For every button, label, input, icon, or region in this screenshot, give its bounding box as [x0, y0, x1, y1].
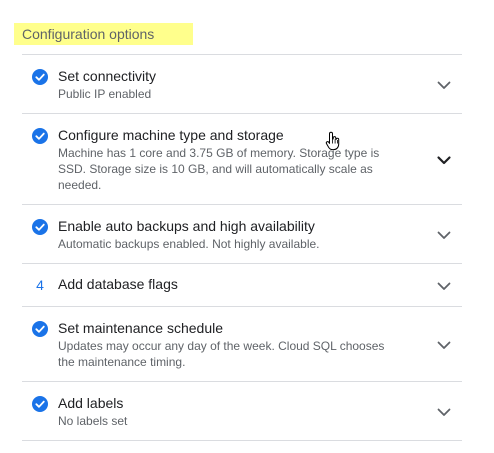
chevron-down-icon[interactable] — [432, 400, 456, 424]
option-title: Add database flags — [58, 276, 178, 292]
option-description: Public IP enabled — [58, 87, 152, 101]
option-add-labels[interactable]: Add labels No labels set — [22, 382, 462, 441]
option-title: Set connectivity — [58, 68, 157, 84]
check-circle-icon — [32, 219, 48, 235]
option-description: Automatic backups enabled. Not highly av… — [58, 237, 320, 251]
option-enable-auto-backups[interactable]: Enable auto backups and high availabilit… — [22, 205, 462, 264]
option-add-database-flags[interactable]: 4 Add database flags — [22, 264, 462, 307]
option-description: No labels set — [58, 414, 128, 428]
option-title: Configure machine type and storage — [58, 127, 284, 143]
hand-pointer-icon — [325, 131, 340, 151]
check-circle-icon — [32, 396, 48, 412]
option-configure-machine-type-and-storage[interactable]: Configure machine type and storage Machi… — [22, 114, 462, 205]
chevron-down-icon[interactable] — [432, 274, 456, 298]
step-indicator: 4 — [32, 277, 48, 293]
step-indicator — [32, 69, 48, 85]
step-number: 4 — [36, 277, 44, 293]
step-indicator — [32, 321, 48, 337]
chevron-down-icon[interactable] — [432, 333, 456, 357]
check-circle-icon — [32, 128, 48, 144]
option-title: Add labels — [58, 395, 124, 411]
configuration-options-list: Set connectivity Public IP enabled Confi… — [22, 54, 462, 441]
option-set-maintenance-schedule[interactable]: Set maintenance schedule Updates may occ… — [22, 307, 462, 382]
option-description: Updates may occur any day of the week. C… — [58, 339, 385, 369]
chevron-down-icon[interactable] — [432, 148, 456, 172]
step-indicator — [32, 396, 48, 412]
chevron-down-icon[interactable] — [432, 73, 456, 97]
check-circle-icon — [32, 321, 48, 337]
option-title: Set maintenance schedule — [58, 320, 223, 336]
option-set-connectivity[interactable]: Set connectivity Public IP enabled — [22, 55, 462, 114]
option-description: Machine has 1 core and 3.75 GB of memory… — [58, 146, 380, 192]
check-circle-icon — [32, 69, 48, 85]
section-title: Configuration options — [14, 23, 193, 45]
option-title: Enable auto backups and high availabilit… — [58, 218, 315, 234]
step-indicator — [32, 219, 48, 235]
step-indicator — [32, 128, 48, 144]
chevron-down-icon[interactable] — [432, 223, 456, 247]
